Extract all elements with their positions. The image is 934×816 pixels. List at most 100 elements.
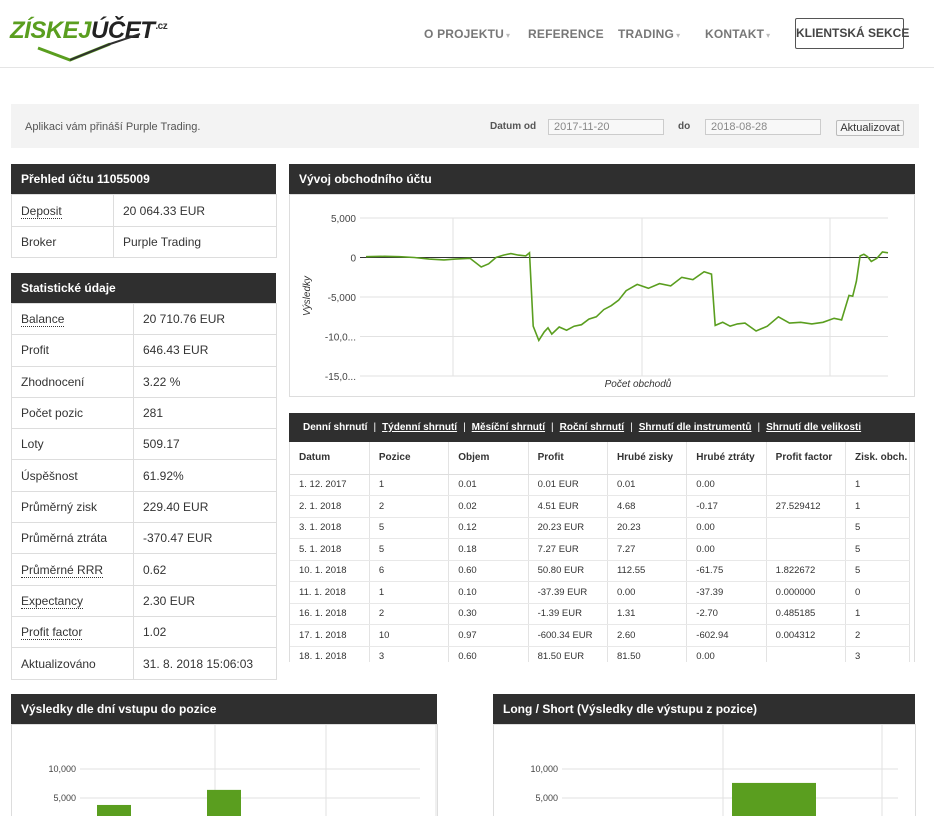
column-header[interactable]: Profit factor [766, 442, 847, 475]
table-cell: 1 [369, 474, 450, 496]
account-row-label[interactable]: Deposit [11, 194, 114, 227]
table-cell: 3 [369, 646, 450, 662]
table-cell: 0.00 [607, 581, 688, 604]
stats-row-value: 281 [133, 396, 277, 430]
table-cell: 5 [845, 560, 910, 582]
table-cell: 2 [845, 624, 910, 647]
summary-table-wrap[interactable]: Datum Pozice Objem Profit Hrubé zisky Hrubé z… [289, 442, 915, 662]
table-cell: 5 [845, 517, 910, 539]
table-row: 16. 1. 2018 2 0.30 -1.39 EUR 1.31 -2.70 0.4851… [290, 603, 910, 625]
table-cell: 5 [845, 538, 910, 561]
column-header[interactable]: Zisk. obch. [845, 442, 910, 475]
table-row: 17. 1. 2018 10 0.97 -600.34 EUR 2.60 -602.94 0… [290, 624, 910, 647]
table-cell: 2 [369, 603, 450, 625]
tab-separator: | [630, 422, 633, 433]
table-cell: 1 [845, 603, 910, 625]
stats-row: Balance 20 710.76 EUR [11, 302, 277, 336]
table-cell: 112.55 [607, 560, 688, 582]
table-cell: -2.70 [686, 603, 767, 625]
deposit-label[interactable]: Deposit [21, 203, 62, 219]
table-cell: 0.10 [448, 581, 529, 604]
x-axis-label: Počet obchodů [605, 378, 672, 390]
stats-row-value: 509.17 [133, 428, 277, 461]
stats-row-value: 3.22 % [133, 365, 277, 398]
table-cell: 0.01 [448, 474, 529, 496]
table-cell: 10 [369, 624, 450, 647]
table-row: 18. 1. 2018 3 0.60 81.50 EUR 81.50 0.00 3 [290, 646, 910, 662]
broker-value: Purple Trading [113, 226, 277, 258]
date-from-label: Datum od [490, 121, 537, 132]
summary-tab[interactable]: Roční shrnutí [560, 422, 624, 433]
chevron-down-icon: ▾ [506, 31, 511, 40]
stats-row: Průměrná ztráta -370.47 EUR [11, 522, 277, 555]
column-header[interactable]: Pozice [369, 442, 450, 475]
stats-row-label[interactable]: Průměrné RRR [11, 553, 134, 586]
nav-item-reference[interactable]: REFERENCE [528, 27, 604, 41]
stats-row: Počet pozic 281 [11, 396, 277, 430]
stats-row-value: 61.92% [133, 459, 277, 492]
update-button[interactable]: Aktualizovat [836, 120, 904, 136]
summary-tab[interactable]: Měsíční shrnutí [472, 422, 545, 433]
column-header[interactable]: Hrubé zisky [607, 442, 688, 475]
column-header[interactable]: Objem [448, 442, 529, 475]
column-header[interactable]: Profit [528, 442, 608, 475]
client-section-button[interactable]: KLIENTSKÁ SEKCE [795, 18, 909, 49]
stats-row-value: 20 710.76 EUR [133, 302, 277, 336]
stats-row-value: 2.30 EUR [133, 584, 277, 617]
site-header: ZÍSKEJÚČET.cz O PROJEKTU ▾ REFERENCE TRAD… [0, 0, 934, 68]
table-cell: -37.39 [686, 581, 767, 604]
bar [732, 782, 816, 816]
table-cell: 27.529412 [766, 495, 847, 518]
account-panel-title: Přehled účtu 11055009 [11, 164, 276, 194]
summary-tab[interactable]: Denní shrnutí [303, 422, 367, 433]
chevron-down-icon: ▾ [676, 31, 681, 40]
date-from-input[interactable]: 2017-11-20 [548, 119, 664, 135]
nav-item-projekt[interactable]: O PROJEKTU ▾ [424, 27, 510, 41]
tab-separator: | [373, 422, 377, 433]
account-row: Deposit 20 064.33 EUR [11, 194, 277, 227]
date-to-label: do [678, 121, 691, 132]
stats-label-text: Počet pozic [21, 406, 84, 421]
table-cell: 0.00 [686, 474, 767, 496]
table-cell: -1.39 EUR [528, 603, 608, 625]
y-tick-label: 10,000 [530, 764, 558, 774]
stats-row: Průměrný zisk 229.40 EUR [11, 490, 277, 524]
stats-label-text: Profit factor [21, 625, 83, 641]
table-cell: 2. 1. 2018 [290, 495, 370, 518]
stats-label-text: Aktualizováno [21, 656, 96, 671]
site-logo[interactable]: ZÍSKEJÚČET.cz [10, 14, 168, 62]
nav-label: TRADING [618, 27, 675, 41]
y-tick-label: 10,000 [48, 764, 76, 774]
table-cell: 3 [845, 646, 910, 662]
summary-tab[interactable]: Shrnutí dle velikosti [766, 422, 861, 433]
stats-row-label[interactable]: Profit factor [11, 615, 134, 649]
summary-tab[interactable]: Týdenní shrnutí [382, 422, 457, 433]
table-cell: 0.12 [448, 517, 529, 539]
stats-row-label[interactable]: Expectancy [11, 584, 134, 617]
equity-chart: 5,000 0 -5,000 -10,0... -15,0... Počet obchod… [289, 194, 915, 397]
table-cell: 16. 1. 2018 [290, 603, 370, 625]
days-chart: 10,000 5,000 [11, 724, 438, 816]
table-cell: 5. 1. 2018 [290, 538, 370, 561]
summary-tab[interactable]: Shrnutí dle instrumentů [639, 422, 752, 433]
table-cell [766, 474, 847, 496]
column-header[interactable]: Datum [290, 442, 370, 475]
stats-row: Loty 509.17 [11, 428, 277, 461]
nav-item-trading[interactable]: TRADING ▾ [618, 27, 680, 41]
table-cell: 0 [845, 581, 910, 604]
table-cell: 0.00 [686, 517, 767, 539]
tab-separator: | [551, 422, 554, 433]
table-cell: 0.004312 [766, 624, 847, 647]
table-cell: 0.01 [607, 474, 688, 496]
stats-row: Aktualizováno 31. 8. 2018 15:06:03 [11, 647, 277, 681]
stats-label-text: Průměrné RRR [21, 562, 104, 578]
stats-row-label[interactable]: Balance [11, 302, 134, 336]
stats-label-text: Profit [21, 343, 50, 358]
nav-item-kontakt[interactable]: KONTAKT ▾ [705, 27, 770, 41]
table-cell: 0.000000 [766, 581, 847, 604]
table-cell: -602.94 [686, 624, 767, 647]
table-cell: -61.75 [686, 560, 767, 582]
column-header[interactable]: Hrubé ztráty [686, 442, 767, 475]
table-cell: 0.60 [448, 646, 529, 662]
date-to-input[interactable]: 2018-08-28 [705, 119, 821, 135]
